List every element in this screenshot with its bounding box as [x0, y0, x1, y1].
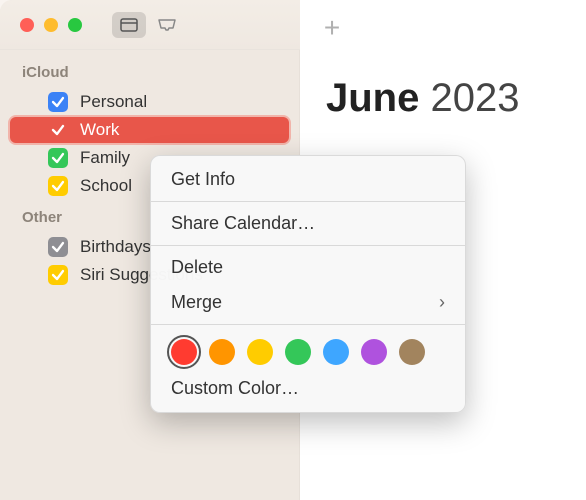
color-swatch-row	[151, 329, 465, 371]
calendar-checkbox[interactable]	[48, 148, 68, 168]
month-year: 2023	[430, 76, 519, 120]
calendar-checkbox[interactable]	[48, 237, 68, 257]
add-event-button[interactable]: +	[318, 14, 346, 42]
color-swatch[interactable]	[399, 339, 425, 365]
calendar-list-item[interactable]: Personal	[10, 89, 289, 115]
maximize-window-button[interactable]	[68, 18, 82, 32]
menu-merge[interactable]: Merge ›	[151, 285, 465, 320]
minimize-window-button[interactable]	[44, 18, 58, 32]
color-swatch[interactable]	[247, 339, 273, 365]
color-swatch[interactable]	[361, 339, 387, 365]
inbox-button[interactable]	[150, 12, 184, 38]
menu-share-calendar[interactable]: Share Calendar…	[151, 206, 465, 241]
menu-separator	[151, 245, 465, 246]
color-swatch[interactable]	[171, 339, 197, 365]
calendars-toggle-button[interactable]	[112, 12, 146, 38]
menu-delete[interactable]: Delete	[151, 250, 465, 285]
calendar-checkbox[interactable]	[48, 92, 68, 112]
menu-separator	[151, 201, 465, 202]
color-swatch[interactable]	[285, 339, 311, 365]
month-name: June	[326, 76, 419, 120]
titlebar	[0, 0, 300, 50]
calendar-window: iCloudPersonalWorkFamilySchoolOtherBirth…	[0, 0, 586, 500]
calendar-context-menu: Get Info Share Calendar… Delete Merge › …	[150, 155, 466, 413]
calendar-checkbox[interactable]	[48, 265, 68, 285]
menu-separator	[151, 324, 465, 325]
calendar-list-item[interactable]: Work	[10, 117, 289, 143]
close-window-button[interactable]	[20, 18, 34, 32]
calendar-checkbox[interactable]	[48, 120, 68, 140]
month-heading: June 2023	[326, 76, 519, 121]
color-swatch[interactable]	[323, 339, 349, 365]
sidebar-section-header: iCloud	[0, 56, 299, 87]
calendar-label: Birthdays	[80, 237, 151, 257]
calendar-label: Personal	[80, 92, 147, 112]
calendar-checkbox[interactable]	[48, 176, 68, 196]
calendar-label: School	[80, 176, 132, 196]
menu-custom-color[interactable]: Custom Color…	[151, 371, 465, 406]
color-swatch[interactable]	[209, 339, 235, 365]
chevron-right-icon: ›	[439, 292, 445, 313]
calendar-label: Family	[80, 148, 130, 168]
calendar-label: Work	[80, 120, 119, 140]
menu-get-info[interactable]: Get Info	[151, 162, 465, 197]
